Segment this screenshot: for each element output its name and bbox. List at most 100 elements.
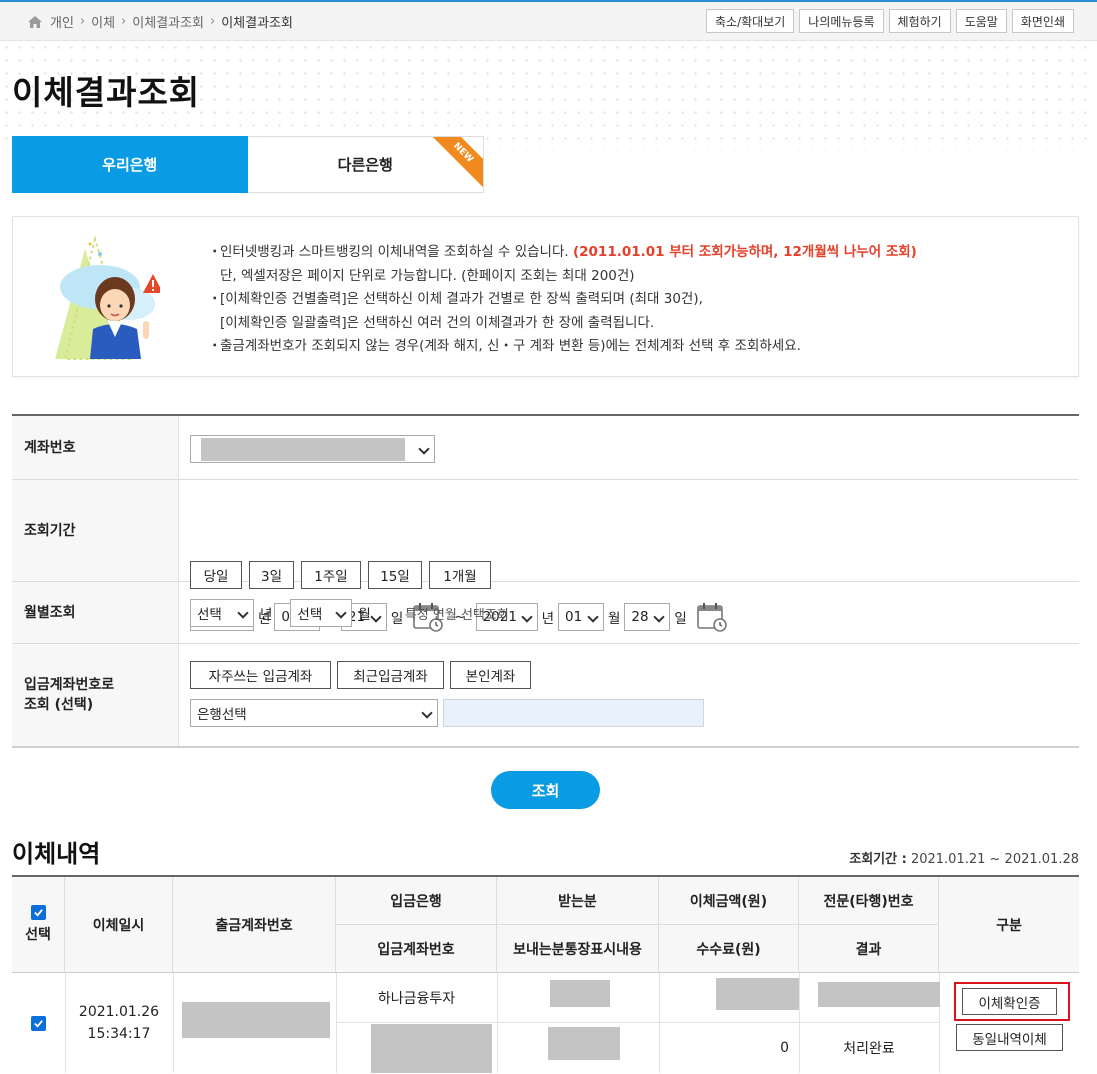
results-period: 조회기간 : 2021.01.21 ~ 2021.01.28 [849, 848, 1079, 867]
page-title: 이체결과조회 [12, 73, 201, 112]
new-badge: NEW [427, 137, 484, 189]
row-result: 처리완료 [843, 1040, 895, 1057]
search-button[interactable]: 조회 [491, 771, 600, 809]
redacted-ref-no [818, 982, 940, 1007]
breadcrumb-item-transfer[interactable]: 이체 [91, 12, 115, 31]
own-account-button[interactable]: 본인계좌 [450, 661, 531, 689]
redacted-sender-memo [548, 1027, 620, 1060]
year-unit: 년 [260, 607, 273, 623]
chevron-right-icon: › [210, 14, 216, 29]
monthly-month-select[interactable]: 선택 [290, 599, 353, 627]
bank-header: 입금은행 [336, 877, 497, 925]
deposit-account-input[interactable] [443, 699, 704, 727]
account-select[interactable] [190, 435, 435, 463]
select-all-checkbox[interactable] [30, 905, 46, 920]
column-divider [497, 973, 498, 1073]
breadcrumb-item-personal[interactable]: 개인 [50, 12, 74, 31]
top-bar: 개인 › 이체 › 이체결과조회 › 이체결과조회 축소/확대보기 나의메뉴등록… [0, 0, 1097, 41]
period-label: 조회기간 [12, 480, 179, 581]
category-header: 구분 [996, 917, 1022, 934]
datetime-header: 이체일시 [65, 877, 173, 972]
transfer-confirmation-button[interactable]: 이체확인증 [962, 988, 1057, 1015]
help-button[interactable]: 도움말 [955, 9, 1007, 33]
bank-select-value: 은행선택 [197, 707, 247, 723]
notice-item: ・[이체확인증 건별출력]은 선택하신 이체 결과가 건별로 한 장씩 출력되며… [208, 291, 703, 307]
top-accent-line [0, 0, 1097, 2]
from-account-header: 출금계좌번호 [173, 877, 336, 972]
row-fee: 0 [780, 1039, 789, 1056]
notice-text: 출금계좌번호가 조회되지 않는 경우(계좌 해지, 신・구 계좌 변환 등)에는… [220, 338, 801, 354]
monthly-month-value: 선택 [297, 607, 323, 623]
breadcrumb-item-result-inquiry[interactable]: 이체결과조회 [132, 12, 204, 31]
account-label: 계좌번호 [12, 416, 179, 479]
monthly-hint: 특정 연월 선택조회 [404, 607, 509, 623]
results-period-value: 2021.01.21 ~ 2021.01.28 [910, 852, 1079, 867]
zoom-button[interactable]: 축소/확대보기 [705, 9, 795, 33]
notice-text: 인터넷뱅킹과 스마트뱅킹의 이체내역을 조회하실 수 있습니다. [220, 244, 569, 260]
utility-buttons: 축소/확대보기 나의메뉴등록 체험하기 도움말 화면인쇄 [705, 9, 1074, 33]
notice-item: [이체확인증 일괄출력]은 선택하신 여러 건의 이체결과가 한 장에 출력됩니… [208, 312, 917, 336]
select-header-label: 선택 [25, 927, 51, 943]
row-time: 15:34:17 [87, 1026, 151, 1042]
search-form: 계좌번호 조회기간 당일 3일 1주일 15일 1개월 2021 년 01 월 [12, 414, 1079, 748]
notice-list: ・인터넷뱅킹과 스마트뱅킹의 이체내역을 조회하실 수 있습니다. (2011.… [208, 241, 917, 359]
fee-header: 수수료(원) [659, 925, 799, 972]
results-table: 선택 이체일시 출금계좌번호 입금은행 입금계좌번호 받는분 보내는분통장표시내… [12, 875, 1079, 1073]
redacted-recipient [550, 980, 610, 1007]
notice-item: 단, 엑셀저장은 페이지 단위로 가능합니다. (한페이지 조회는 최대 200… [208, 265, 917, 289]
monthly-cell: 선택 년 선택 월 특정 연월 선택조회 [179, 582, 1079, 643]
select-all-header: 선택 [12, 877, 65, 972]
redacted-from-account [182, 1002, 330, 1038]
notice-text: [이체확인증 건별출력]은 선택하신 이체 결과가 건별로 한 장씩 출력되며 … [220, 291, 703, 307]
home-icon[interactable] [27, 15, 43, 29]
notice-box: ・인터넷뱅킹과 스마트뱅킹의 이체내역을 조회하실 수 있습니다. (2011.… [12, 216, 1079, 377]
result-header: 결과 [799, 925, 939, 972]
chevron-right-icon: › [79, 14, 86, 29]
tab-other-bank[interactable]: 다른은행 NEW [247, 136, 484, 193]
add-my-menu-button[interactable]: 나의메뉴등록 [799, 9, 884, 33]
chevron-right-icon: › [121, 14, 127, 29]
tab-other-bank-label: 다른은행 [337, 156, 393, 174]
ref-no-header: 전문(타행)번호 [799, 877, 939, 925]
monthly-controls: 선택 년 선택 월 특정 연월 선택조회 [190, 599, 509, 627]
row-checkbox[interactable] [31, 1015, 46, 1031]
bank-select[interactable]: 은행선택 [190, 699, 438, 727]
notice-item: ・인터넷뱅킹과 스마트뱅킹의 이체내역을 조회하실 수 있습니다. (2011.… [208, 244, 917, 260]
recent-account-button[interactable]: 최근입금계좌 [337, 661, 444, 689]
row-datetime-cell: 2021.01.26 15:34:17 [65, 973, 173, 1073]
month-unit: 월 [358, 607, 371, 623]
deposit-row: 입금계좌번호로 조회 (선택) 자주쓰는 입금계좌 최근입금계좌 본인계좌 은행… [12, 644, 1079, 748]
bank-tabs: 우리은행 다른은행 NEW [12, 136, 484, 193]
amount-header: 이체금액(원) [659, 877, 799, 925]
account-row: 계좌번호 [12, 416, 1079, 480]
check-icon [34, 1019, 43, 1028]
row-select-cell [12, 973, 65, 1073]
results-title: 이체내역 [12, 840, 101, 868]
sender-memo-header: 보내는분통장표시내용 [497, 925, 659, 972]
breadcrumb-current: 이체결과조회 [221, 16, 293, 31]
period-row: 조회기간 당일 3일 1주일 15일 1개월 2021 년 01 월 21 일 … [12, 480, 1079, 632]
frequent-account-button[interactable]: 자주쓰는 입금계좌 [190, 661, 331, 689]
redacted-account [201, 438, 405, 461]
column-divider [173, 973, 174, 1073]
breadcrumb: 개인 › 이체 › 이체결과조회 › 이체결과조회 [27, 12, 293, 31]
recipient-header: 받는분 [497, 877, 659, 925]
results-table-header: 선택 이체일시 출금계좌번호 입금은행 입금계좌번호 받는분 보내는분통장표시내… [12, 877, 1079, 973]
deposit-buttons: 자주쓰는 입금계좌 최근입금계좌 본인계좌 [190, 661, 531, 689]
repeat-transfer-button[interactable]: 동일내역이체 [956, 1024, 1063, 1051]
deposit-cell: 자주쓰는 입금계좌 최근입금계좌 본인계좌 은행선택 [179, 644, 1079, 746]
check-icon [33, 909, 43, 917]
notice-item: ・출금계좌번호가 조회되지 않는 경우(계좌 해지, 신・구 계좌 변환 등)에… [208, 338, 801, 354]
monthly-year-value: 선택 [197, 607, 222, 623]
account-cell [179, 416, 1079, 479]
period-cell: 당일 3일 1주일 15일 1개월 2021 년 01 월 21 일 ~ 202… [179, 480, 1079, 632]
results-period-label: 조회기간 : [849, 852, 907, 867]
monthly-label: 월별조회 [12, 582, 179, 643]
row-date: 2021.01.26 [78, 1004, 160, 1020]
monthly-year-select[interactable]: 선택 [190, 599, 254, 627]
table-row: 2021.01.26 15:34:17 하나금융투자 0 처리완료 이체확인증 … [12, 973, 1079, 1073]
print-button[interactable]: 화면인쇄 [1011, 9, 1074, 33]
tab-woori-bank[interactable]: 우리은행 [12, 136, 248, 193]
chevron-down-icon [335, 607, 348, 619]
demo-button[interactable]: 체험하기 [888, 9, 951, 33]
